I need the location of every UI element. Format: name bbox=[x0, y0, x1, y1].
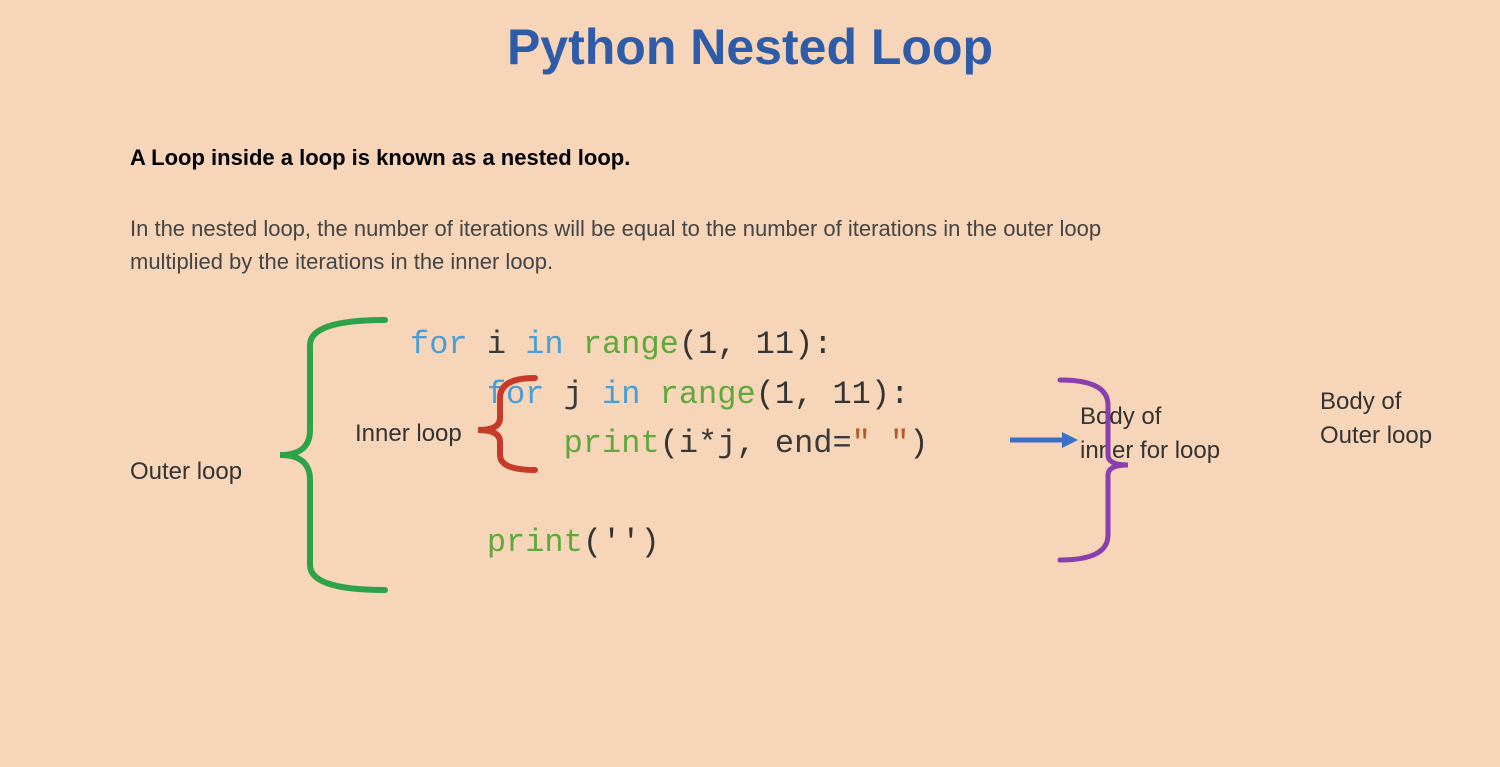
bracket-outer-icon bbox=[280, 320, 385, 590]
kw-in-1: in bbox=[525, 326, 563, 363]
kw-end: end= bbox=[756, 425, 852, 462]
var-i: i bbox=[487, 326, 506, 363]
fn-range-1: range bbox=[583, 326, 679, 363]
kw-in-2: in bbox=[602, 376, 640, 413]
label-inner-loop: Inner loop bbox=[355, 420, 462, 448]
fn-print-1: print bbox=[564, 425, 660, 462]
page-title: Python Nested Loop bbox=[0, 0, 1500, 76]
label-body-outer: Body of Outer loop bbox=[1320, 385, 1480, 452]
description-text: In the nested loop, the number of iterat… bbox=[130, 212, 1101, 278]
fn-range-2: range bbox=[660, 376, 756, 413]
var-j: j bbox=[564, 376, 583, 413]
desc-line-2: multiplied by the iterations in the inne… bbox=[130, 249, 553, 274]
body-inner-l1: Body of bbox=[1080, 403, 1161, 430]
fn-print-2: print bbox=[487, 524, 583, 561]
subtitle-text: A Loop inside a loop is known as a neste… bbox=[130, 145, 630, 171]
label-outer-loop: Outer loop bbox=[130, 458, 242, 486]
comma: , bbox=[736, 425, 755, 462]
p-close: ) bbox=[909, 425, 928, 462]
body-outer-l1: Body of bbox=[1320, 388, 1401, 415]
print2-args: ('') bbox=[583, 524, 660, 561]
code-block: for i in range(1, 11): for j in range(1,… bbox=[410, 320, 928, 568]
p-open: ( bbox=[660, 425, 679, 462]
expr-ij: i*j bbox=[679, 425, 737, 462]
kw-for-1: for bbox=[410, 326, 468, 363]
body-outer-l2: Outer loop bbox=[1320, 422, 1432, 449]
str-end: " " bbox=[852, 425, 910, 462]
kw-for-2: for bbox=[487, 376, 545, 413]
range-args-2: (1, 11): bbox=[756, 376, 910, 413]
label-body-inner: Body of inner for loop bbox=[1080, 400, 1260, 467]
arrow-body-inner-icon bbox=[1010, 432, 1078, 448]
range-args-1: (1, 11): bbox=[679, 326, 833, 363]
body-inner-l2: inner for loop bbox=[1080, 437, 1220, 464]
desc-line-1: In the nested loop, the number of iterat… bbox=[130, 216, 1101, 241]
